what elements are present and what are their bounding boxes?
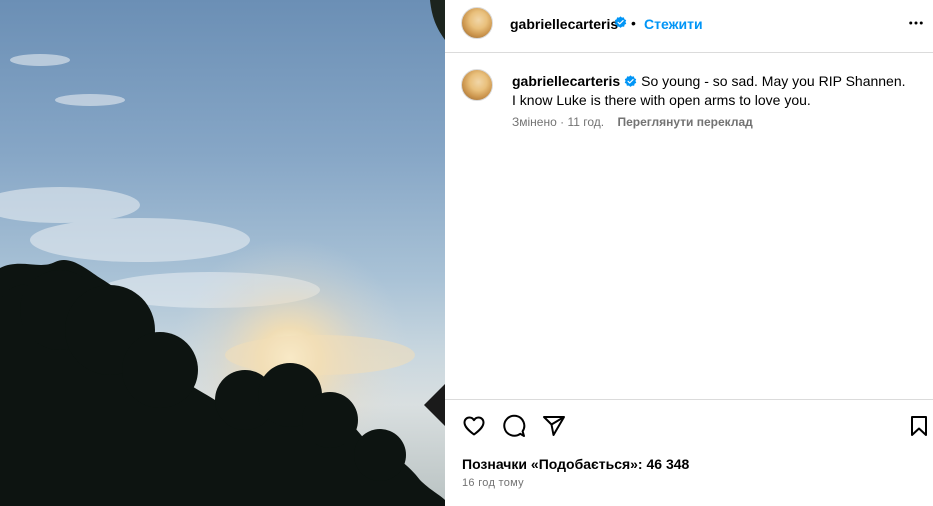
header-separator: • [631,15,636,31]
edited-time[interactable]: 11 год. [567,115,604,129]
author-avatar[interactable] [461,7,493,39]
heart-icon[interactable] [462,414,486,438]
edited-label: Змінено [512,115,557,129]
caption-username[interactable]: gabriellecarteris [512,73,620,89]
verified-badge-icon [624,75,637,87]
comment-icon[interactable] [502,414,526,438]
post-photo[interactable] [0,0,445,506]
author-username[interactable]: gabriellecarteris [510,16,618,32]
follow-button[interactable]: Стежити [644,16,703,32]
caption: gabriellecarteris So young - so sad. May… [512,72,912,110]
post-time[interactable]: 16 год тому [462,477,524,489]
more-options-icon[interactable] [907,14,925,32]
sunset-sky-image [0,0,445,506]
bookmark-icon[interactable] [907,414,931,438]
post-header: gabriellecarteris • Стежити [445,0,933,53]
likes-count[interactable]: Позначки «Подобається»: 46 348 [462,456,689,472]
action-bar: Позначки «Подобається»: 46 348 16 год то… [445,399,933,506]
post-details-panel: gabriellecarteris • Стежити gabriellecar… [445,0,933,506]
caption-area: gabriellecarteris So young - so sad. May… [445,54,933,399]
caption-meta: Змінено · 11 год. Переглянути переклад [512,115,753,129]
caption-author-avatar[interactable] [461,69,493,101]
verified-badge-icon [614,16,627,28]
share-icon[interactable] [542,414,566,438]
see-translation-button[interactable]: Переглянути переклад [617,115,752,129]
